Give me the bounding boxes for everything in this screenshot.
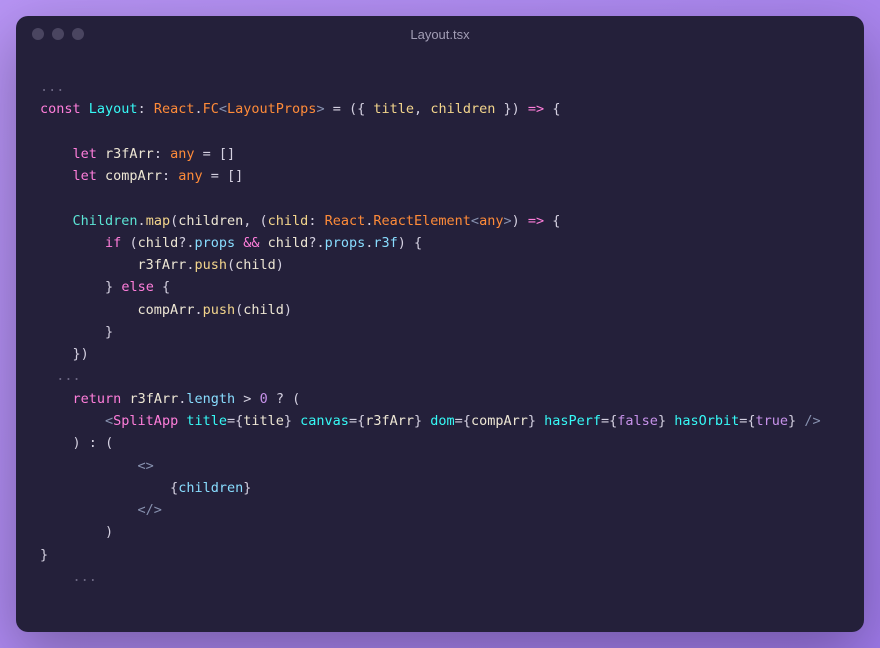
type-react: React: [154, 101, 195, 117]
var-comparr: compArr: [138, 302, 195, 318]
editor-window: Layout.tsx ... const Layout: React.FC<La…: [16, 16, 864, 632]
var-children: children: [178, 480, 243, 496]
titlebar: Layout.tsx: [16, 16, 864, 52]
maximize-icon[interactable]: [72, 28, 84, 40]
var-title: title: [243, 413, 284, 429]
type-any: any: [170, 146, 194, 162]
op-optchain: ?.: [178, 235, 194, 251]
var-r3farr: r3fArr: [365, 413, 414, 429]
var-comparr: compArr: [471, 413, 528, 429]
attr-canvas: canvas: [300, 413, 349, 429]
op-optchain: ?.: [308, 235, 324, 251]
code-editor[interactable]: ... const Layout: React.FC<LayoutProps> …: [16, 52, 864, 632]
bool-true: true: [756, 413, 789, 429]
param-title: title: [373, 101, 414, 117]
method-push: push: [203, 302, 236, 318]
method-map: map: [146, 213, 170, 229]
type-reactelement: ReactElement: [373, 213, 471, 229]
empty-array: []: [227, 168, 243, 184]
jsx-splitapp: SplitApp: [113, 413, 178, 429]
var-children: children: [178, 213, 243, 229]
jsx-fragment-open: <>: [138, 458, 154, 474]
keyword-return: return: [73, 391, 122, 407]
type-any: any: [479, 213, 503, 229]
ellipsis-token: ...: [73, 569, 97, 585]
op-arrow: =>: [528, 213, 544, 229]
type-react: React: [325, 213, 366, 229]
op-assign: =: [333, 101, 341, 117]
bool-false: false: [617, 413, 658, 429]
traffic-lights: [32, 28, 84, 40]
type-fc: FC: [203, 101, 219, 117]
type-any: any: [178, 168, 202, 184]
attr-dom: dom: [430, 413, 454, 429]
empty-array: []: [219, 146, 235, 162]
jsx-fragment-close: </>: [138, 502, 162, 518]
attr-hasperf: hasPerf: [544, 413, 601, 429]
op-and: &&: [243, 235, 259, 251]
op-assign: =: [211, 168, 219, 184]
op-assign: =: [203, 146, 211, 162]
component-name: Layout: [89, 101, 138, 117]
prop-props: props: [325, 235, 366, 251]
var-r3farr: r3fArr: [138, 257, 187, 273]
type-layoutprops: LayoutProps: [227, 101, 316, 117]
attr-title: title: [186, 413, 227, 429]
keyword-if: if: [105, 235, 121, 251]
var-r3farr: r3fArr: [129, 391, 178, 407]
prop-length: length: [186, 391, 235, 407]
close-icon[interactable]: [32, 28, 44, 40]
minimize-icon[interactable]: [52, 28, 64, 40]
keyword-let: let: [73, 168, 97, 184]
keyword-else: else: [121, 279, 154, 295]
var-child: child: [268, 235, 309, 251]
keyword-const: const: [40, 101, 81, 117]
var-r3farr: r3fArr: [105, 146, 154, 162]
prop-r3f: r3f: [373, 235, 397, 251]
ellipsis-token: ...: [56, 368, 80, 384]
op-arrow: =>: [528, 101, 544, 117]
keyword-let: let: [73, 146, 97, 162]
var-child: child: [243, 302, 284, 318]
ellipsis-token: ...: [40, 79, 64, 95]
op-gt: >: [243, 391, 251, 407]
var-child: child: [138, 235, 179, 251]
window-title: Layout.tsx: [410, 27, 469, 42]
var-comparr: compArr: [105, 168, 162, 184]
param-child: child: [268, 213, 309, 229]
method-push: push: [194, 257, 227, 273]
attr-hasorbit: hasOrbit: [674, 413, 739, 429]
var-child: child: [235, 257, 276, 273]
param-children: children: [430, 101, 495, 117]
number-zero: 0: [260, 391, 268, 407]
children-obj: Children: [73, 213, 138, 229]
prop-props: props: [194, 235, 235, 251]
